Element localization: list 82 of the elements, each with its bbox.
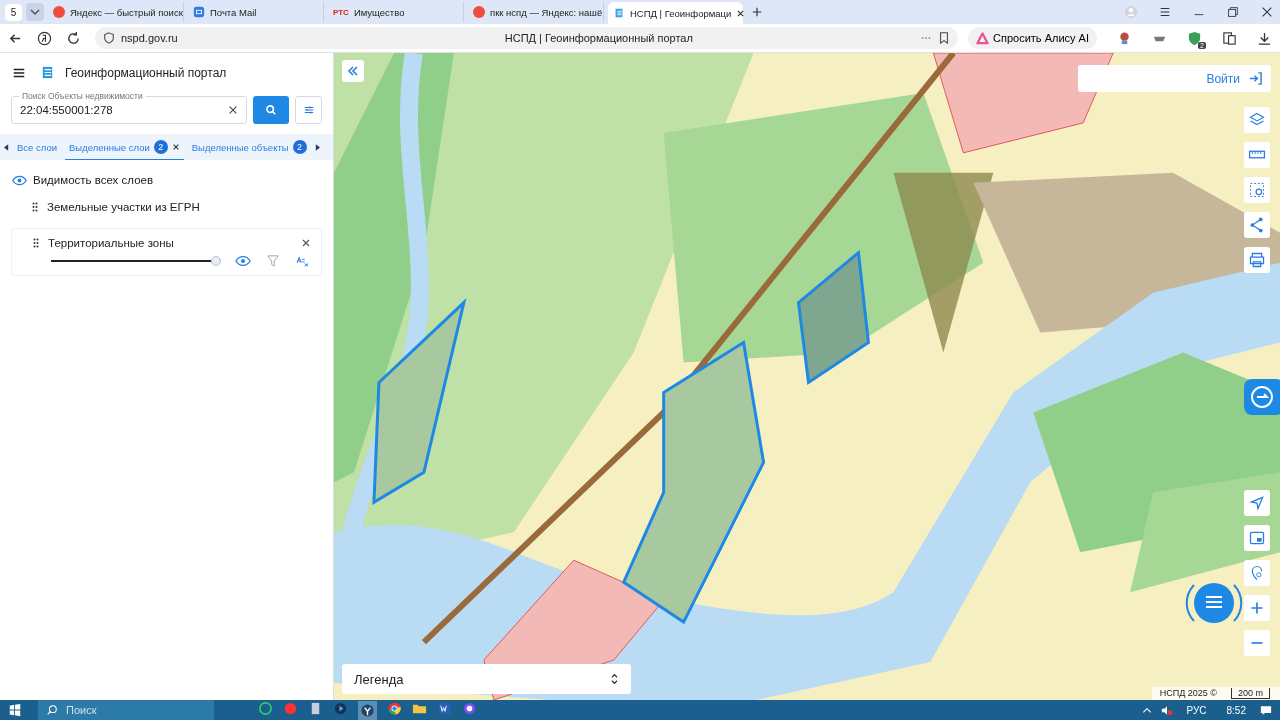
locate-icon[interactable]	[1244, 490, 1270, 516]
close-icon[interactable]	[301, 238, 311, 248]
browser-tab[interactable]: Яндекс — быстрый поиск	[48, 2, 184, 22]
count-badge: 2	[292, 140, 307, 154]
login-icon	[1248, 71, 1263, 86]
legend-dropdown[interactable]: Легенда	[342, 664, 631, 694]
area-select-icon[interactable]	[1244, 177, 1270, 203]
bookmark-icon[interactable]	[938, 32, 951, 44]
sliders-icon	[302, 104, 315, 116]
search-icon	[46, 704, 58, 716]
download-icon[interactable]	[1257, 30, 1272, 46]
filter-settings-button[interactable]	[295, 96, 322, 124]
mail-icon	[193, 6, 205, 18]
zoom-in-icon[interactable]	[1244, 595, 1270, 621]
layer-tab[interactable]: Все слои	[13, 134, 61, 160]
tab-count[interactable]: 5	[5, 3, 22, 21]
text-style-icon[interactable]	[295, 255, 311, 267]
close-icon[interactable]	[171, 143, 180, 151]
drag-handle-icon[interactable]	[33, 238, 39, 248]
ruler-icon[interactable]	[1244, 142, 1270, 168]
reload-icon[interactable]	[66, 30, 81, 46]
browser-icon[interactable]	[358, 700, 377, 720]
location-search-icon[interactable]	[1244, 560, 1270, 586]
eye-icon[interactable]	[235, 255, 251, 267]
address-field[interactable]: nspd.gov.ru НСПД | Геоинформационный портал	[95, 27, 959, 49]
login-button[interactable]: Войти	[1078, 65, 1271, 92]
browser-tab[interactable]: пкк нспд — Яндекс: нашё	[468, 2, 604, 22]
zoom-out-icon[interactable]	[1244, 630, 1270, 656]
app-icon[interactable]	[258, 700, 273, 716]
notifications-icon[interactable]	[1260, 704, 1272, 716]
logo-icon	[40, 65, 55, 80]
layer-name: Земельные участки из ЕГРН	[47, 201, 200, 213]
drag-handle-icon[interactable]	[32, 202, 38, 212]
ask-alice-button[interactable]: Спросить Алису AI	[968, 27, 1097, 49]
layer-tab[interactable]: Выделенные слои 2	[65, 134, 184, 160]
scroll-right-icon[interactable]	[314, 143, 320, 151]
extension-icon[interactable]	[1117, 30, 1132, 46]
collapse-panel-icon[interactable]	[342, 60, 364, 82]
app-icon[interactable]	[462, 700, 477, 716]
browser-logo-icon[interactable]	[37, 30, 52, 46]
slider-thumb[interactable]	[211, 256, 221, 266]
close-icon[interactable]	[1260, 5, 1274, 19]
share-icon[interactable]	[1244, 212, 1270, 238]
browser-tab[interactable]: РТС Имущество	[328, 2, 464, 22]
collections-icon[interactable]	[1222, 30, 1237, 46]
field-label: Поиск Объекты недвижимости	[19, 91, 146, 101]
start-icon[interactable]	[8, 703, 22, 717]
search-button[interactable]	[253, 96, 289, 124]
all-layers-visibility[interactable]: Видимость всех слоев	[33, 174, 154, 186]
speaker-muted-icon[interactable]	[1160, 704, 1173, 716]
minimap-icon[interactable]	[1244, 525, 1270, 551]
browser-tab[interactable]: Почта Mail	[188, 2, 324, 22]
language-indicator[interactable]: РУС	[1186, 704, 1207, 716]
attribution: НСПД 2025 ©	[1159, 688, 1217, 699]
shield-extension-icon[interactable]	[1187, 30, 1202, 46]
media-player-icon[interactable]	[333, 700, 348, 716]
chevron-down-icon[interactable]	[26, 3, 44, 21]
new-tab-icon[interactable]	[751, 6, 763, 18]
close-icon[interactable]	[736, 8, 746, 18]
print-icon[interactable]	[1244, 247, 1270, 273]
feedback-tab-icon[interactable]	[1244, 379, 1280, 415]
taskbar-search-field[interactable]: Поиск	[38, 700, 214, 720]
tab-logo: РТС	[333, 7, 349, 17]
page-title: НСПД | Геоинформационный портал	[503, 32, 694, 44]
sort-arrows-icon	[610, 673, 619, 685]
scroll-left-icon[interactable]	[4, 143, 9, 151]
clear-icon[interactable]	[228, 105, 238, 115]
opacity-slider[interactable]	[51, 256, 221, 266]
layer-tab[interactable]: Выделенные объекты 2	[187, 134, 311, 160]
search-icon	[265, 104, 277, 116]
count-badge: 2	[153, 140, 168, 154]
layers-icon[interactable]	[1244, 107, 1270, 133]
menu-icon[interactable]	[1158, 5, 1172, 19]
shield-icon	[103, 32, 115, 44]
portal-title: Геоинформационный портал	[65, 65, 227, 80]
scale-bar: 200 m	[1231, 688, 1270, 699]
browser-tab[interactable]: НСПД | Геоинформаци	[608, 2, 743, 24]
layer-name: Территориальные зоны	[48, 237, 174, 249]
logo-icon	[613, 7, 625, 19]
restore-icon[interactable]	[1226, 5, 1240, 19]
clock[interactable]: 8:52	[1226, 704, 1246, 716]
eye-icon[interactable]	[12, 174, 27, 186]
